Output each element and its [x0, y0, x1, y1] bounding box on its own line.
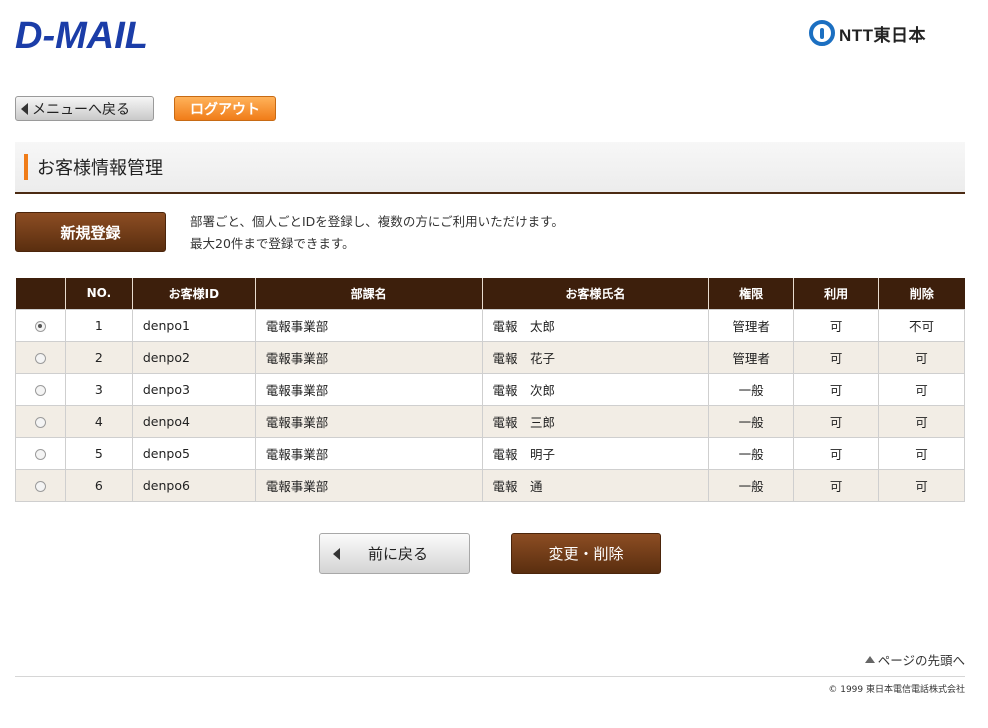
- page-top-label: ページの先頭へ: [877, 653, 965, 668]
- cell-no: 2: [64, 340, 133, 374]
- table-row[interactable]: 1 denpo1 電報事業部 電報 太郎 管理者 可 不可: [15, 308, 965, 342]
- cell-department: 電報事業部: [254, 308, 483, 342]
- cell-no: 1: [64, 308, 133, 342]
- dmail-logo: D-MAIL: [15, 15, 148, 54]
- section-header: お客様情報管理: [15, 142, 965, 194]
- cell-role: 一般: [708, 372, 795, 406]
- header-department: 部課名: [254, 278, 482, 309]
- cell-use: 可: [793, 372, 880, 406]
- header-no: NO.: [64, 278, 133, 309]
- section-accent-bar: [24, 154, 28, 180]
- cell-department: 電報事業部: [254, 436, 483, 470]
- cell-department: 電報事業部: [254, 340, 483, 374]
- new-registration-button[interactable]: 新規登録: [15, 212, 166, 252]
- ntt-logo-text: NTT東日本: [839, 25, 927, 45]
- cell-delete: 可: [878, 340, 965, 374]
- cell-delete: 可: [878, 404, 965, 438]
- cell-department: 電報事業部: [254, 404, 483, 438]
- page-title: お客様情報管理: [37, 158, 163, 179]
- cell-customer-id: denpo5: [131, 436, 256, 470]
- cell-use: 可: [793, 468, 880, 502]
- cell-role: 一般: [708, 468, 795, 502]
- row-select-radio[interactable]: [34, 416, 46, 428]
- cell-customer-name: 電報 次郎: [481, 372, 710, 406]
- row-select-radio[interactable]: [34, 320, 46, 332]
- copyright-text: © 1999 東日本電信電話株式会社: [828, 685, 965, 695]
- cell-customer-id: denpo2: [131, 340, 256, 374]
- header-use: 利用: [793, 278, 879, 309]
- back-to-menu-label: メニューへ戻る: [32, 101, 130, 118]
- page-top-link[interactable]: ページの先頭へ: [864, 650, 965, 669]
- table-row[interactable]: 2 denpo2 電報事業部 電報 花子 管理者 可 可: [15, 340, 965, 374]
- cell-use: 可: [793, 340, 880, 374]
- cell-no: 3: [64, 372, 133, 406]
- header-customer-name: お客様氏名: [481, 278, 709, 309]
- cell-no: 5: [64, 436, 133, 470]
- change-delete-label: 変更・削除: [548, 545, 624, 563]
- header-role: 権限: [708, 278, 794, 309]
- header-customer-id: お客様ID: [131, 278, 256, 309]
- cell-delete: 可: [878, 436, 965, 470]
- cell-delete: 不可: [878, 308, 965, 342]
- logout-button[interactable]: ログアウト: [174, 96, 276, 121]
- cell-use: 可: [793, 404, 880, 438]
- cell-role: 管理者: [708, 340, 795, 374]
- cell-department: 電報事業部: [254, 468, 483, 502]
- cell-role: 管理者: [708, 308, 795, 342]
- cell-customer-name: 電報 三郎: [481, 404, 710, 438]
- footer-divider: [15, 676, 965, 677]
- cell-role: 一般: [708, 404, 795, 438]
- back-to-menu-button[interactable]: メニューへ戻る: [15, 96, 154, 121]
- logout-label: ログアウト: [190, 101, 260, 118]
- cell-use: 可: [793, 308, 880, 342]
- description-line-1: 部署ごと、個人ごとIDを登録し、複数の方にご利用いただけます。: [190, 214, 564, 229]
- new-registration-label: 新規登録: [60, 223, 121, 242]
- row-select-radio[interactable]: [34, 480, 46, 492]
- ntt-logo: NTT東日本: [809, 18, 926, 48]
- table-row[interactable]: 3 denpo3 電報事業部 電報 次郎 一般 可 可: [15, 372, 965, 406]
- up-triangle-icon: [864, 656, 875, 663]
- cell-customer-id: denpo6: [131, 468, 256, 502]
- table-row[interactable]: 5 denpo5 電報事業部 電報 明子 一般 可 可: [15, 436, 965, 470]
- change-delete-button[interactable]: 変更・削除: [511, 533, 661, 574]
- table-row[interactable]: 4 denpo4 電報事業部 電報 三郎 一般 可 可: [15, 404, 965, 438]
- previous-label: 前に戻る: [368, 545, 429, 563]
- previous-button[interactable]: 前に戻る: [319, 533, 470, 574]
- row-select-radio[interactable]: [34, 352, 46, 364]
- cell-customer-id: denpo1: [131, 308, 256, 342]
- left-triangle-icon: [21, 102, 28, 115]
- cell-delete: 可: [878, 468, 965, 502]
- cell-delete: 可: [878, 372, 965, 406]
- table-header-row: NO. お客様ID 部課名 お客様氏名 権限 利用 削除: [15, 278, 965, 309]
- cell-customer-name: 電報 太郎: [481, 308, 710, 342]
- dmail-logo-text: D-MAIL: [15, 15, 148, 54]
- cell-no: 4: [64, 404, 133, 438]
- header-select: [15, 278, 66, 309]
- cell-department: 電報事業部: [254, 372, 483, 406]
- cell-customer-id: denpo4: [131, 404, 256, 438]
- left-triangle-icon: [333, 547, 340, 560]
- cell-customer-id: denpo3: [131, 372, 256, 406]
- registration-description: 部署ごと、個人ごとIDを登録し、複数の方にご利用いただけます。 最大20件まで登…: [190, 211, 564, 255]
- cell-no: 6: [64, 468, 133, 502]
- cell-customer-name: 電報 花子: [481, 340, 710, 374]
- row-select-radio[interactable]: [34, 448, 46, 460]
- description-line-2: 最大20件まで登録できます。: [190, 236, 355, 251]
- cell-use: 可: [793, 436, 880, 470]
- cell-customer-name: 電報 通: [481, 468, 710, 502]
- row-select-radio[interactable]: [34, 384, 46, 396]
- header-delete: 削除: [878, 278, 965, 309]
- cell-customer-name: 電報 明子: [481, 436, 710, 470]
- customer-table: NO. お客様ID 部課名 お客様氏名 権限 利用 削除 1 denpo1 電報…: [15, 278, 965, 502]
- cell-role: 一般: [708, 436, 795, 470]
- ntt-circle-icon: [809, 20, 835, 46]
- table-row[interactable]: 6 denpo6 電報事業部 電報 通 一般 可 可: [15, 468, 965, 502]
